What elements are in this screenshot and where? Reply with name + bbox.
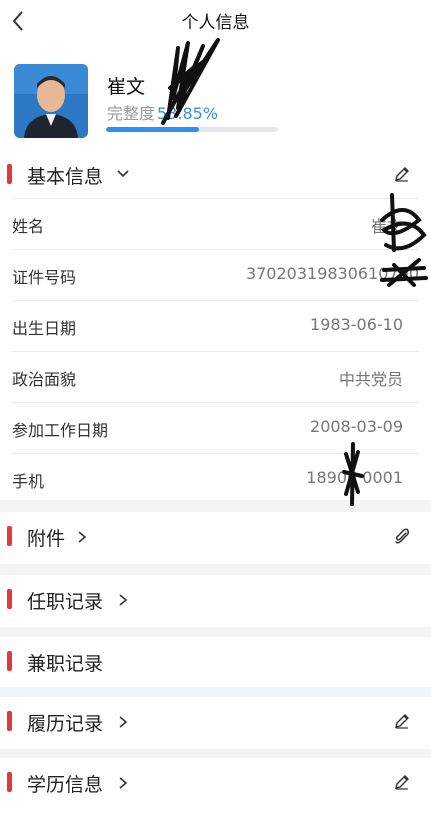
section-marker (7, 711, 12, 731)
row-label: 手机 (12, 472, 45, 491)
completion-label: 完整度 (107, 104, 156, 123)
row-value: 18906 0001 (306, 468, 403, 487)
completion-progress-fill (106, 127, 199, 132)
info-row-name[interactable]: 姓名 崔文 (12, 198, 419, 249)
education-title: 学历信息 (27, 774, 104, 796)
edit-pencil-icon[interactable] (393, 773, 411, 791)
personal-info-page: 个人信息 崔文 完整度 53.85% 基本信息 姓名 崔文 证件号码 37020… (0, 0, 431, 823)
profile-name: 崔文 (107, 76, 146, 98)
basic-info-title: 基本信息 (27, 166, 104, 188)
info-row-political-status[interactable]: 政治面貌 中共党员 (12, 351, 419, 402)
chevron-right-icon (119, 594, 128, 606)
chevron-right-icon (78, 531, 87, 543)
paperclip-icon[interactable] (393, 527, 411, 545)
basic-info-section: 基本信息 姓名 崔文 证件号码 37020319830610700 出生日期 1… (0, 150, 431, 506)
attachments-title: 附件 (27, 528, 66, 550)
page-title: 个人信息 (181, 13, 250, 33)
education-header: 学历信息 (0, 758, 431, 806)
info-row-work-start-date[interactable]: 参加工作日期 2008-03-09 (12, 402, 419, 453)
completion-text: 完整度 53.85% (107, 100, 218, 124)
completion-percent: 53.85% (157, 104, 219, 123)
avatar[interactable] (14, 64, 88, 138)
section-marker (7, 589, 12, 609)
section-marker (7, 164, 12, 184)
attachments-section[interactable]: 附件 (0, 512, 431, 564)
row-label: 政治面貌 (12, 370, 77, 389)
section-marker (7, 651, 12, 671)
positions-header: 任职记录 (0, 575, 431, 623)
resume-header: 履历记录 (0, 697, 431, 745)
part-time-title: 兼职记录 (27, 653, 104, 675)
bottom-safe-area (0, 810, 431, 823)
chevron-right-icon (119, 777, 128, 789)
chevron-right-icon (119, 716, 128, 728)
resume-title: 履历记录 (27, 713, 104, 735)
info-row-phone[interactable]: 手机 18906 0001 (12, 453, 419, 504)
profile-header: 崔文 完整度 53.85% (0, 38, 431, 150)
completion-progress-bar (106, 127, 278, 132)
info-row-id-number[interactable]: 证件号码 37020319830610700 (12, 249, 419, 300)
section-marker (7, 772, 12, 792)
row-label: 证件号码 (12, 268, 77, 287)
positions-title: 任职记录 (27, 591, 104, 613)
row-value: 中共党员 (338, 370, 403, 389)
chevron-down-icon (117, 170, 129, 178)
nav-bar: 个人信息 (0, 0, 431, 42)
education-section[interactable]: 学历信息 (0, 758, 431, 810)
row-value: 1983-06-10 (310, 315, 403, 334)
row-label: 姓名 (12, 217, 45, 236)
edit-pencil-icon[interactable] (393, 712, 411, 730)
positions-section[interactable]: 任职记录 (0, 575, 431, 627)
section-marker (7, 526, 12, 546)
row-label: 参加工作日期 (12, 421, 109, 440)
info-row-birth-date[interactable]: 出生日期 1983-06-10 (12, 300, 419, 351)
part-time-section[interactable]: 兼职记录 (0, 637, 431, 687)
row-value: 2008-03-09 (310, 417, 403, 436)
part-time-header: 兼职记录 (0, 637, 431, 685)
basic-info-header[interactable]: 基本信息 (0, 150, 431, 198)
resume-section[interactable]: 履历记录 (0, 697, 431, 749)
row-value: 崔文 (370, 217, 403, 236)
edit-pencil-icon[interactable] (393, 165, 411, 183)
row-label: 出生日期 (12, 319, 77, 338)
row-value: 37020319830610700 (245, 264, 419, 283)
attachments-header: 附件 (0, 512, 431, 560)
